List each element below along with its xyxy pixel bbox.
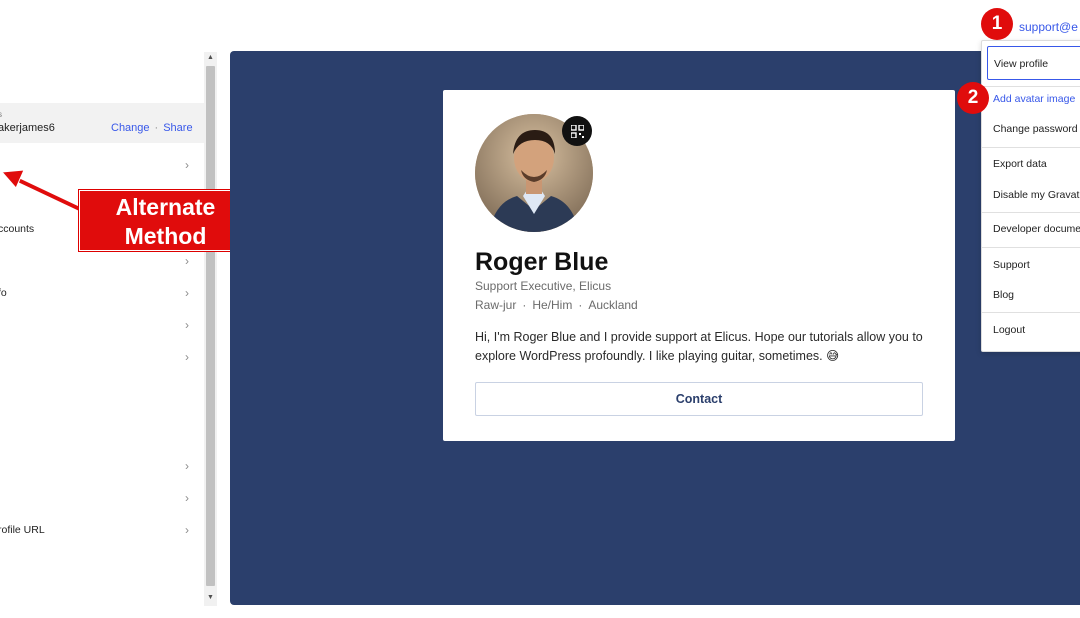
menu-divider: [982, 147, 1080, 148]
chevron-right-icon: ›: [185, 254, 189, 268]
menu-divider: [982, 86, 1080, 87]
sidebar-item-label: rofile URL: [0, 524, 45, 536]
export-data-item[interactable]: Export data: [993, 158, 1047, 170]
profile-bio: Hi, I'm Roger Blue and I provide support…: [475, 330, 923, 363]
chevron-right-icon: ›: [185, 318, 189, 332]
chevron-right-icon: ›: [185, 523, 189, 537]
sidebar-item[interactable]: ›: [0, 254, 204, 269]
sidebar-item-label: fo: [0, 287, 7, 299]
contact-button[interactable]: Contact: [475, 382, 923, 416]
profile-pronouns: He/Him: [532, 298, 573, 312]
blog-item[interactable]: Blog: [993, 289, 1014, 301]
support-item[interactable]: Support: [993, 259, 1030, 271]
scroll-down-arrow-icon[interactable]: ▼: [206, 592, 215, 604]
meta-separator: ·: [578, 298, 583, 312]
sidebar-item[interactable]: ›: [0, 491, 204, 506]
profile-pronunciation: Raw-jur: [475, 298, 517, 312]
step-badge-2: 2: [957, 82, 989, 114]
chevron-right-icon: ›: [185, 158, 189, 172]
qr-code-icon: [570, 124, 584, 138]
menu-divider: [982, 312, 1080, 313]
sidebar-item[interactable]: ›: [0, 350, 204, 365]
user-dropdown-menu: View profile Add avatar image Change pas…: [981, 40, 1080, 352]
developer-docs-item[interactable]: Developer docume: [993, 223, 1080, 235]
qr-code-button[interactable]: [562, 116, 592, 146]
account-username: akerjames6: [0, 122, 55, 134]
sidebar-item-info[interactable]: fo ›: [0, 286, 204, 301]
disable-gravatar-item[interactable]: Disable my Gravat: [993, 189, 1079, 201]
add-avatar-image-item[interactable]: Add avatar image: [993, 93, 1075, 105]
annotation-arrow-icon: [0, 169, 90, 216]
chevron-right-icon: ›: [185, 491, 189, 505]
scroll-up-arrow-icon[interactable]: ▲: [206, 52, 215, 64]
chevron-right-icon: ›: [185, 459, 189, 473]
profile-name: Roger Blue: [475, 248, 609, 276]
sidebar-scrollbar[interactable]: ▲ ▼: [204, 52, 217, 606]
logout-item[interactable]: Logout: [993, 324, 1025, 336]
profile-location: Auckland: [588, 298, 638, 312]
menu-item-label: View profile: [994, 58, 1049, 70]
meta-separator: ·: [522, 298, 527, 312]
profile-meta: Raw-jur · He/Him · Auckland: [475, 298, 638, 312]
sidebar-item[interactable]: ›: [0, 459, 204, 474]
share-profile-link[interactable]: Share: [163, 122, 192, 134]
scroll-thumb[interactable]: [206, 66, 215, 586]
step-badge-1: 1: [981, 8, 1013, 40]
menu-divider: [982, 247, 1080, 248]
callout-line: Method: [124, 223, 207, 249]
callout-line: Alternate: [115, 194, 216, 220]
change-password-item[interactable]: Change password: [993, 123, 1078, 135]
sidebar-item-profile-url[interactable]: rofile URL ›: [0, 523, 204, 538]
profile-card: Roger Blue Support Executive, Elicus Raw…: [443, 90, 955, 441]
link-separator: ·: [154, 122, 159, 134]
settings-sidebar: s akerjames6 Change·Share › ccounts › fo…: [0, 0, 204, 618]
account-links: Change · Share: [111, 122, 193, 134]
sidebar-item[interactable]: ›: [0, 318, 204, 333]
view-profile-item[interactable]: View profile: [987, 46, 1080, 80]
alternate-method-callout: Alternate Method: [79, 190, 252, 251]
user-menu-trigger[interactable]: support@e: [1019, 20, 1078, 34]
change-account-link[interactable]: Change: [111, 122, 150, 134]
chevron-right-icon: ›: [185, 350, 189, 364]
chevron-right-icon: ›: [185, 286, 189, 300]
profile-job-title: Support Executive, Elicus: [475, 279, 612, 293]
menu-divider: [982, 212, 1080, 213]
account-row-label: s: [0, 110, 2, 119]
